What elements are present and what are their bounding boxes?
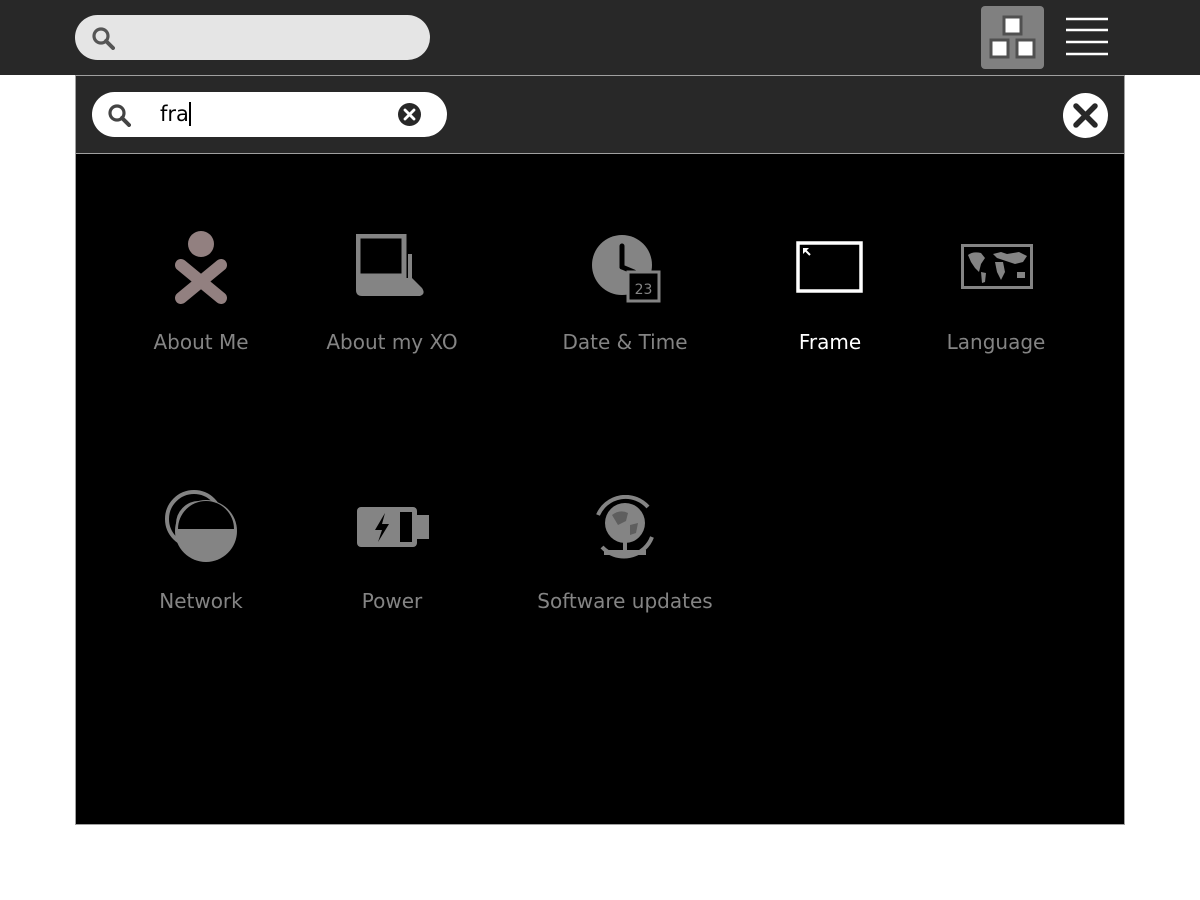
software-update-icon — [596, 495, 654, 559]
xo-person-icon — [175, 231, 227, 304]
control-panel-toolbar: fra — [76, 76, 1124, 154]
top-search-field[interactable] — [75, 15, 430, 60]
section-about-my-xo[interactable]: About my XO — [312, 230, 472, 360]
section-language[interactable]: Language — [936, 230, 1056, 360]
control-panel-search-field[interactable]: fra — [92, 92, 447, 137]
section-power[interactable]: Power — [332, 489, 452, 619]
world-map-icon — [961, 244, 1033, 289]
top-toolbar — [0, 0, 1200, 75]
section-label: Power — [361, 589, 423, 613]
search-icon — [92, 27, 115, 50]
search-input-value[interactable]: fra — [160, 102, 191, 126]
calendar-badge: 23 — [635, 282, 653, 298]
battery-icon — [357, 507, 429, 547]
text-cursor — [188, 102, 191, 126]
frame-icon — [796, 241, 863, 293]
section-label: Language — [946, 330, 1046, 354]
close-icon[interactable] — [1063, 93, 1108, 138]
clear-icon[interactable] — [397, 102, 422, 127]
control-panel: fra About Me About my XO 23 Date & Time … — [75, 75, 1125, 825]
section-label: About Me — [153, 330, 249, 354]
section-label: Network — [159, 589, 243, 613]
network-icon — [165, 490, 237, 562]
section-software-updates[interactable]: Software updates — [525, 489, 725, 619]
section-label: Date & Time — [562, 330, 688, 354]
search-icon — [108, 104, 131, 127]
section-network[interactable]: Network — [141, 489, 261, 619]
section-frame[interactable]: Frame — [770, 230, 890, 360]
section-label: About my XO — [326, 330, 458, 354]
section-date-time[interactable]: 23 Date & Time — [535, 230, 715, 360]
section-about-me[interactable]: About Me — [141, 230, 261, 360]
laptop-icon — [356, 234, 424, 296]
clock-calendar-icon: 23 — [592, 235, 661, 303]
section-label: Frame — [798, 330, 862, 354]
view-toggle-button[interactable] — [981, 6, 1044, 69]
menu-icon[interactable] — [1064, 16, 1110, 58]
section-label: Software updates — [537, 589, 713, 613]
view-toggle-icon — [989, 15, 1036, 59]
